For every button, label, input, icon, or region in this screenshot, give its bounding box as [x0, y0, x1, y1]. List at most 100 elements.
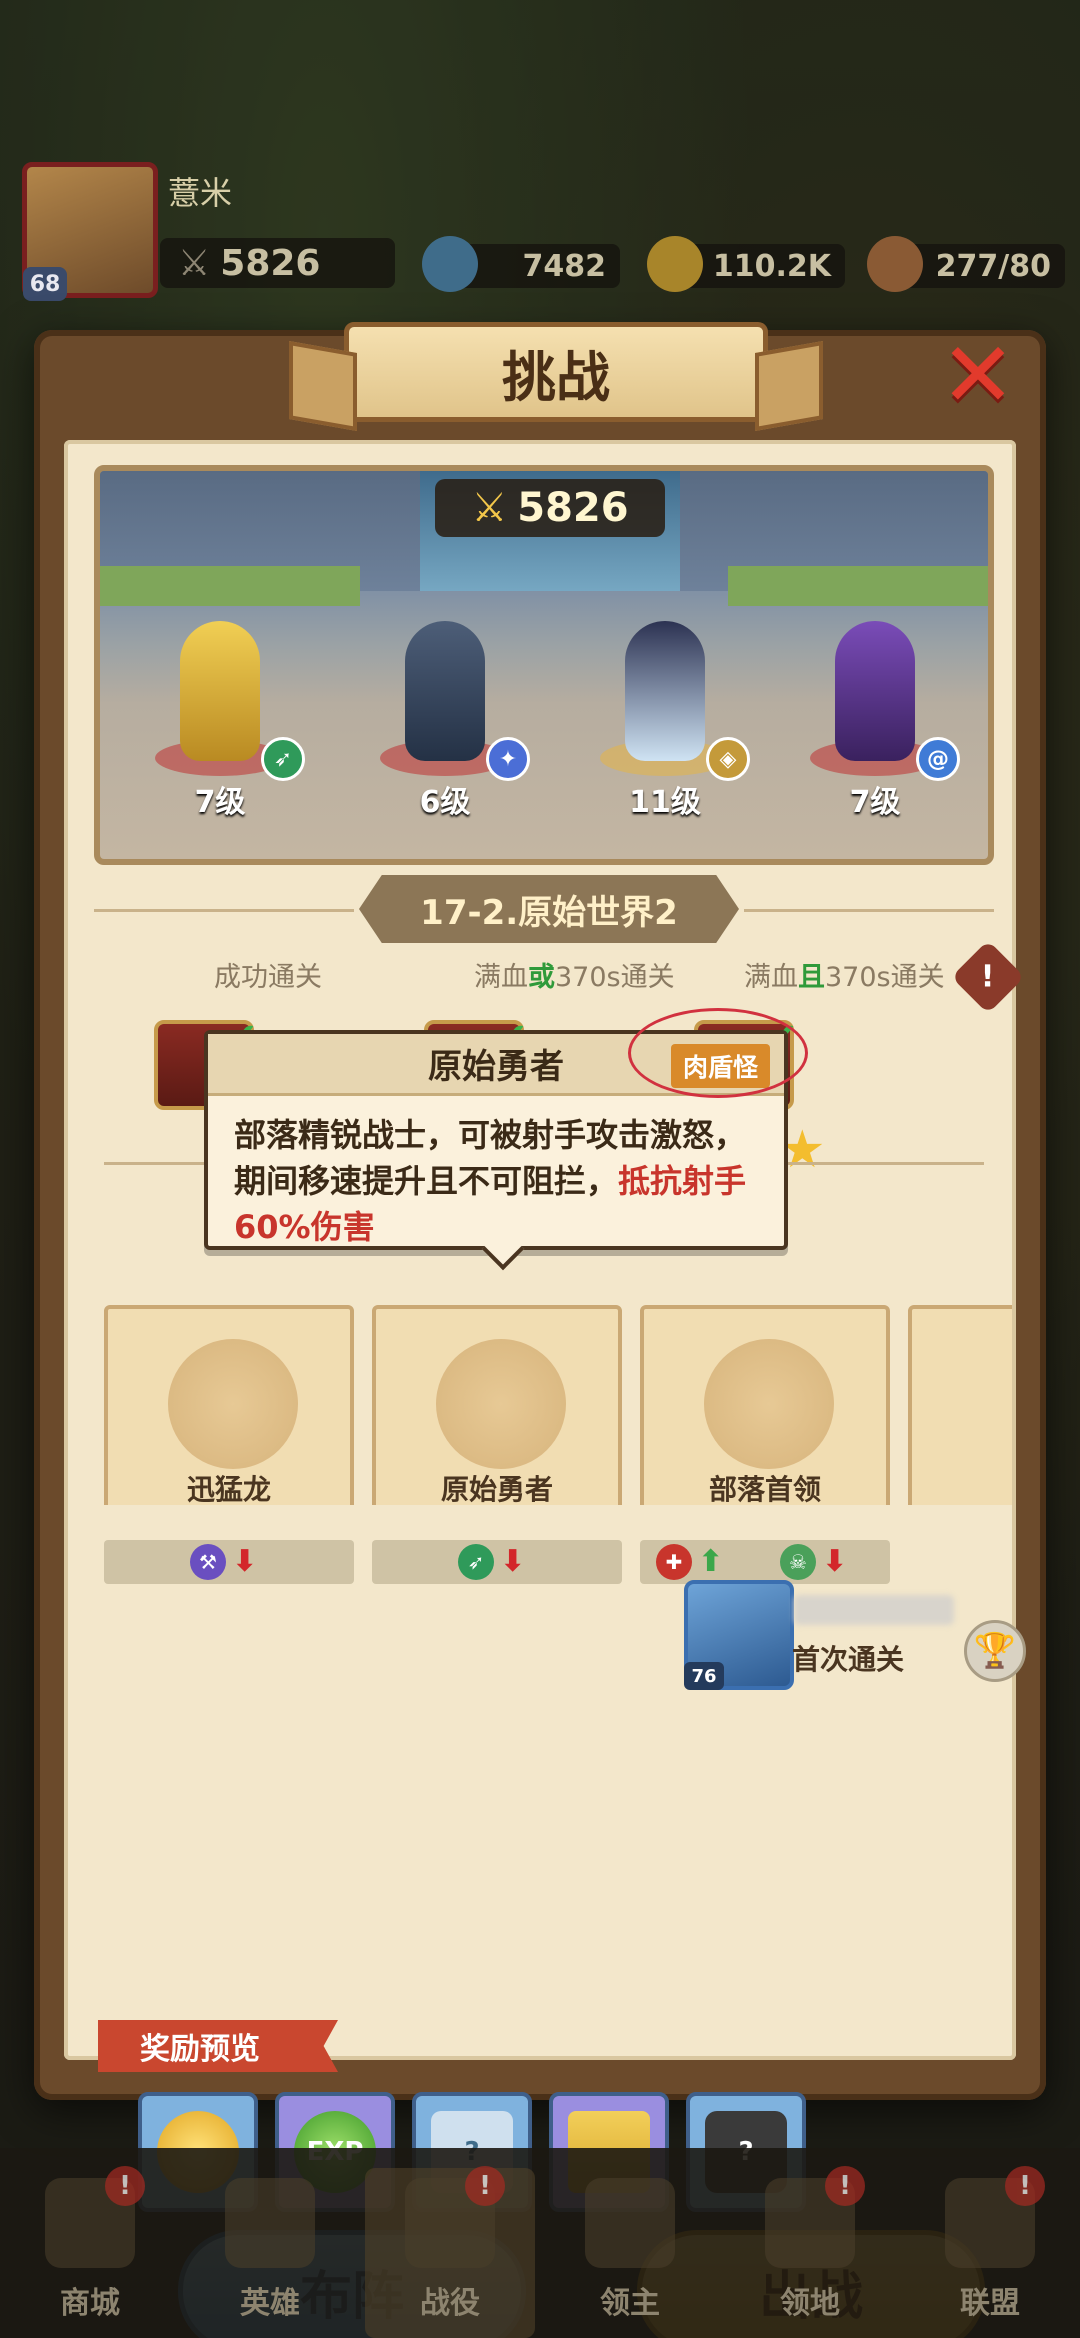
rewards-title: 奖励预览: [98, 2020, 338, 2072]
alert-badge: !: [825, 2166, 865, 2206]
arrow-down-icon: ⬇: [232, 1544, 258, 1579]
hero-level: 6级: [419, 785, 471, 820]
divider-line: [94, 909, 354, 912]
nav-label: 战役: [420, 2286, 480, 2321]
trophy-icon[interactable]: 🏆: [964, 1620, 1026, 1682]
sword-icon: ⚔: [471, 485, 508, 531]
close-button[interactable]: ✕: [938, 331, 1018, 421]
first-clear-avatar[interactable]: 76: [684, 1580, 794, 1690]
condition-3: 满血且370s通关: [744, 955, 945, 994]
modal-title: 挑战: [344, 322, 768, 422]
enemy-tooltip: 原始勇者 肉盾怪 部落精锐战士，可被射手攻击激怒，期间移速提升且不可阻拦，抵抗射…: [204, 1008, 808, 1271]
grass-left: [100, 566, 360, 606]
nav-label: 商城: [60, 2286, 120, 2321]
enemy-card-tribal-chief[interactable]: 部落首领: [640, 1305, 890, 1505]
stage-row: 17-2.原始世界2: [94, 875, 994, 945]
gold-resource[interactable]: 110.2K: [647, 236, 845, 292]
team-power-value: 5826: [517, 485, 629, 531]
enemy-traits-1: ⚒ ⬇: [104, 1540, 354, 1584]
enemy-card-primal-warrior[interactable]: 原始勇者: [372, 1305, 622, 1505]
gold-value: 110.2K: [712, 248, 831, 284]
stamina-value: 277/80: [935, 248, 1051, 284]
alert-badge: !: [465, 2166, 505, 2206]
nav-lord[interactable]: 领主: [545, 2168, 715, 2338]
skull-icon: ☠: [780, 1544, 816, 1580]
stage-title: 17-2.原始世界2: [359, 875, 739, 943]
divider-line: [744, 909, 994, 912]
tribal-chief-portrait: [704, 1339, 834, 1469]
arrow-down-icon: ⬇: [500, 1544, 526, 1579]
first-clear-player-name: [794, 1595, 954, 1625]
hero-sprite-ice-knight: [405, 621, 485, 761]
highlight-circle: [628, 1008, 808, 1098]
wrench-icon: ⚒: [190, 1544, 226, 1580]
enemy-name: 原始勇者: [440, 1473, 553, 1505]
player-name: 薏米: [168, 174, 233, 212]
condition-1: 成功通关: [214, 962, 322, 993]
coin-icon: [647, 236, 703, 292]
paw-icon: ✦: [486, 737, 530, 781]
nav-alliance[interactable]: 联盟 !: [905, 2166, 1075, 2338]
nav-label: 联盟: [960, 2286, 1020, 2321]
hero-level: 7级: [849, 785, 901, 820]
enemy-card-partial[interactable]: [908, 1305, 1012, 1505]
nav-heroes[interactable]: 英雄: [185, 2168, 355, 2338]
sword-icon: ⚔: [178, 242, 211, 284]
condition-2-mid: 或: [528, 962, 555, 993]
bottom-nav: 商城 ! 英雄 战役 ! 领主 领地 ! 联盟 !: [0, 2148, 1080, 2338]
condition-3-pre: 满血: [744, 962, 798, 993]
arrow-up-icon: ⬆: [698, 1544, 724, 1579]
nav-campaign[interactable]: 战役 !: [365, 2166, 535, 2338]
bow-icon: ➶: [458, 1544, 494, 1580]
nav-shop[interactable]: 商城 !: [5, 2166, 175, 2338]
condition-2-pre: 满血: [474, 962, 528, 993]
hero-slot-1[interactable]: ➶ 7级: [145, 621, 305, 821]
shield-icon: ◈: [706, 737, 750, 781]
nav-label: 英雄: [240, 2286, 300, 2321]
hero-slot-3[interactable]: ◈ 11级: [590, 621, 750, 821]
condition-2-post: 370s通关: [555, 962, 675, 993]
alert-badge: !: [105, 2166, 145, 2206]
lord-icon: [585, 2178, 675, 2268]
hero-slot-2[interactable]: ✦ 6级: [370, 621, 530, 821]
star-conditions: 成功通关 满血或370s通关 满血且370s通关 !: [94, 940, 1025, 1014]
enemy-name: 部落首领: [708, 1473, 821, 1505]
gems-value: 7482: [522, 248, 607, 284]
battle-preview: ⚔ 5826 ➶ 7级 ✦ 6级 ◈ 11级 @ 7级: [94, 465, 994, 865]
first-clear-label: 首次通关: [792, 1643, 905, 1676]
stamina-resource[interactable]: 277/80: [867, 236, 1065, 292]
meat-icon: [867, 236, 923, 292]
player-level: 68: [23, 267, 67, 301]
nav-territory[interactable]: 领地 !: [725, 2166, 895, 2338]
swirl-icon: @: [916, 737, 960, 781]
condition-3-mid: 且: [798, 962, 825, 993]
heroes-icon: [225, 2178, 315, 2268]
condition-3-post: 370s通关: [825, 962, 945, 993]
bow-icon: ➶: [261, 737, 305, 781]
challenge-modal: 挑战 ✕ ⚔ 5826 ➶ 7级 ✦ 6级 ◈ 11级 @ 7级 17-2.原始…: [34, 322, 1046, 2338]
close-icon: ✕: [940, 323, 1016, 428]
gem-icon: [422, 236, 478, 292]
hero-slot-4[interactable]: @ 7级: [800, 621, 960, 821]
primal-warrior-portrait: [436, 1339, 566, 1469]
gems-resource[interactable]: 7482: [422, 236, 620, 292]
enemy-name: 迅猛龙: [186, 1473, 271, 1505]
enemy-traits-3: ✚ ⬆ ☠ ⬇: [640, 1540, 890, 1584]
player-power-value: 5826: [220, 242, 321, 284]
enemy-list[interactable]: 迅猛龙 原始勇者 部落首领: [104, 1305, 1012, 1505]
condition-2: 满血或370s通关: [474, 955, 675, 994]
hero-sprite-demoness: [835, 621, 915, 761]
first-clear-level: 76: [684, 1662, 724, 1690]
top-hud: 68 薏米 ⚔ 5826 7482 110.2K 277/80: [0, 150, 1080, 301]
player-power: ⚔ 5826: [160, 238, 395, 288]
enemy-card-raptor[interactable]: 迅猛龙: [104, 1305, 354, 1505]
nav-label: 领地: [780, 2286, 840, 2321]
nav-label: 领主: [600, 2286, 660, 2321]
player-avatar[interactable]: 68: [22, 162, 158, 301]
shield-icon: ✚: [656, 1544, 692, 1580]
hero-sprite-golden-knight: [180, 621, 260, 761]
hero-sprite-priestess: [625, 621, 705, 761]
arrow-down-icon: ⬇: [822, 1544, 848, 1579]
alert-badge: !: [1005, 2166, 1045, 2206]
team-power-badge: ⚔ 5826: [435, 479, 665, 537]
